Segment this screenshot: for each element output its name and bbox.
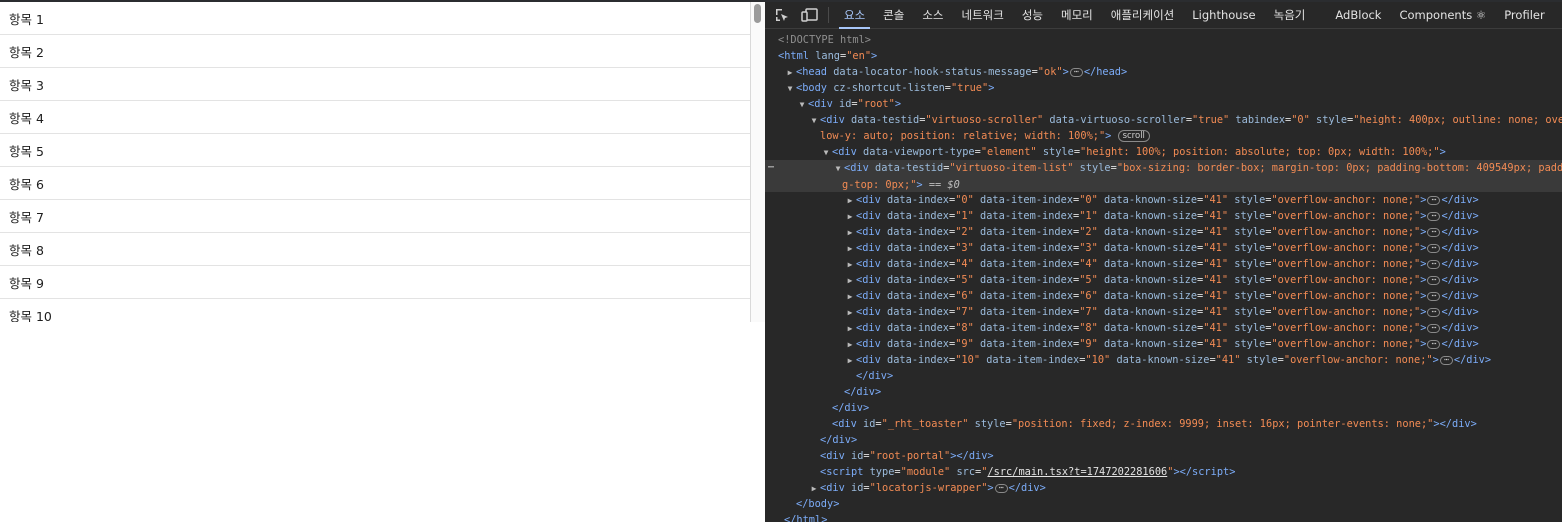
collapsed-arrow-icon[interactable]: ▶	[784, 65, 796, 80]
collapsed-ellipsis[interactable]: ⋯	[1069, 67, 1083, 77]
devtools-tab[interactable]: 네트워크	[953, 2, 1013, 29]
virtuoso-item-list: 항목 1 항목 2 항목 3 항목 4 항목 5 항목 6 항목 7 항목 8 항목 9 항목 1…	[0, 2, 751, 322]
list-item: 항목 10	[0, 299, 750, 323]
devtools-tab[interactable]: Components ⚛	[1390, 2, 1495, 29]
collapsed-arrow-icon[interactable]: ▶	[844, 209, 856, 224]
devtools-toolbar: 요소 콘솔 소스 네트워크 성능 메모리 애플리케이션 Lighthouse 녹음기 AdBloc…	[765, 2, 1562, 29]
vertical-scrollbar[interactable]	[751, 2, 765, 322]
dom-node-row[interactable]: ▼ <body cz-shortcut-listen="true">	[765, 80, 1562, 96]
dom-node-row[interactable]: low-y: auto; position: relative; width: …	[765, 128, 1562, 144]
collapsed-arrow-icon[interactable]: ▶	[844, 225, 856, 240]
collapsed-ellipsis[interactable]: ⋯	[1427, 291, 1441, 301]
devtools-tab[interactable]: 성능	[1013, 2, 1052, 29]
dom-node-row[interactable]: ▶ <div data-index="10" data-item-index="1…	[765, 352, 1562, 368]
list-item: 항목 1	[0, 2, 750, 35]
expanded-arrow-icon[interactable]: ▼	[808, 113, 820, 128]
dom-node-row[interactable]: </html>	[765, 512, 1562, 522]
list-item: 항목 4	[0, 101, 750, 134]
collapsed-ellipsis[interactable]: ⋯	[1427, 211, 1441, 221]
list-item: 항목 9	[0, 266, 750, 299]
scrollbar-thumb[interactable]	[754, 4, 761, 23]
expanded-arrow-icon[interactable]: ▼	[820, 145, 832, 160]
dom-node-row[interactable]: </div>	[765, 384, 1562, 400]
dom-node-row[interactable]: <div id="root-portal"></div>	[765, 448, 1562, 464]
dom-node-row[interactable]: ▼ <div id="root">	[765, 96, 1562, 112]
node-actions-gutter[interactable]: ⋯	[768, 160, 774, 176]
dom-node-row[interactable]: ▶ <div data-index="3" data-item-index="3"…	[765, 240, 1562, 256]
devtools-tab[interactable]: 애플리케이션	[1102, 2, 1183, 29]
collapsed-arrow-icon[interactable]: ▶	[844, 337, 856, 352]
devtools-tab[interactable]: 소스	[913, 2, 952, 29]
devtools-tab[interactable]: Profiler	[1495, 2, 1554, 29]
expanded-arrow-icon[interactable]: ▼	[784, 81, 796, 96]
toolbar-separator	[828, 7, 829, 23]
expanded-arrow-icon[interactable]: ▼	[832, 161, 844, 177]
dom-node-row[interactable]: ▶ <head data-locator-hook-status-message=…	[765, 64, 1562, 80]
dom-node-row[interactable]: <script type="module" src="/src/main.tsx…	[765, 464, 1562, 480]
collapsed-arrow-icon[interactable]: ▶	[844, 305, 856, 320]
dom-node-row[interactable]: <!DOCTYPE html>	[765, 32, 1562, 48]
collapsed-ellipsis[interactable]: ⋯	[1439, 355, 1453, 365]
dom-node-row[interactable]: ▶ <div data-index="8" data-item-index="8"…	[765, 320, 1562, 336]
dom-node-row[interactable]: ▶ <div data-index="7" data-item-index="7"…	[765, 304, 1562, 320]
device-toolbar-icon[interactable]	[799, 4, 821, 26]
dom-node-row[interactable]: </div>	[765, 368, 1562, 384]
script-src-link[interactable]: /src/main.tsx?t=1747202281606	[987, 466, 1167, 478]
dom-node-row[interactable]: ▶ <div data-index="0" data-item-index="0"…	[765, 192, 1562, 208]
list-item: 항목 6	[0, 167, 750, 200]
scroll-badge[interactable]: scroll	[1117, 130, 1150, 142]
devtools-tab[interactable]: 메모리	[1052, 2, 1102, 29]
collapsed-ellipsis[interactable]: ⋯	[1427, 307, 1441, 317]
expanded-arrow-icon[interactable]: ▼	[796, 97, 808, 112]
dom-node-row[interactable]: </div>	[765, 400, 1562, 416]
collapsed-ellipsis[interactable]: ⋯	[1427, 323, 1441, 333]
dom-node-row[interactable]: ▼ <div data-viewport-type="element" style…	[765, 144, 1562, 160]
collapsed-ellipsis[interactable]: ⋯	[1427, 195, 1441, 205]
dom-node-row[interactable]: ▶ <div data-index="6" data-item-index="6"…	[765, 288, 1562, 304]
selected-node-row[interactable]: ▼ <div data-testid="virtuoso-item-list" s…	[765, 160, 1562, 192]
dom-node-row[interactable]: ▶ <div data-index="5" data-item-index="5"…	[765, 272, 1562, 288]
dom-node-row[interactable]: </div>	[765, 432, 1562, 448]
dom-node-row[interactable]: ▶ <div data-index="9" data-item-index="9"…	[765, 336, 1562, 352]
collapsed-arrow-icon[interactable]: ▶	[844, 193, 856, 208]
collapsed-arrow-icon[interactable]: ▶	[844, 289, 856, 304]
list-item: 항목 3	[0, 68, 750, 101]
devtools-tab[interactable]: Lighthouse	[1183, 2, 1264, 29]
devtools-tab[interactable]: AdBlock	[1326, 2, 1390, 29]
list-item: 항목 5	[0, 134, 750, 167]
devtools-tab[interactable]: 콘솔	[874, 2, 913, 29]
dom-node-row[interactable]: ▼ <div data-testid="virtuoso-scroller" da…	[765, 112, 1562, 128]
collapsed-ellipsis[interactable]: ⋯	[1427, 259, 1441, 269]
list-item: 항목 8	[0, 233, 750, 266]
collapsed-arrow-icon[interactable]: ▶	[844, 241, 856, 256]
elements-tree: <!DOCTYPE html> <html lang="en"> ▶ <head da…	[765, 32, 1562, 522]
dom-node-row[interactable]: <div id="_rht_toaster" style="position: …	[765, 416, 1562, 432]
rendered-page: 항목 1 항목 2 항목 3 항목 4 항목 5 항목 6 항목 7 항목 8 항목 9 항목 1…	[0, 2, 765, 522]
selected-node-marker: == $0	[928, 179, 960, 191]
collapsed-ellipsis[interactable]: ⋯	[1427, 339, 1441, 349]
collapsed-ellipsis[interactable]: ⋯	[1427, 243, 1441, 253]
collapsed-arrow-icon[interactable]: ▶	[808, 481, 820, 496]
dom-node-row[interactable]: ▶ <div id="locatorjs-wrapper"> ⋯ </div>	[765, 480, 1562, 496]
collapsed-arrow-icon[interactable]: ▶	[844, 321, 856, 336]
dom-node-row[interactable]: <html lang="en">	[765, 48, 1562, 64]
inspect-element-icon[interactable]	[771, 4, 793, 26]
devtools-tab[interactable]: 요소	[835, 2, 874, 29]
collapsed-ellipsis[interactable]: ⋯	[994, 483, 1008, 493]
list-item: 항목 2	[0, 35, 750, 68]
collapsed-arrow-icon[interactable]: ▶	[844, 257, 856, 272]
collapsed-ellipsis[interactable]: ⋯	[1427, 275, 1441, 285]
dom-node-row[interactable]: ▶ <div data-index="2" data-item-index="2"…	[765, 224, 1562, 240]
devtools-tab[interactable]: 녹음기	[1265, 2, 1315, 29]
virtuoso-scroller[interactable]: 항목 1 항목 2 항목 3 항목 4 항목 5 항목 6 항목 7 항목 8 항목 9 항목 1…	[0, 2, 765, 322]
dom-node-row[interactable]: ▶ <div data-index="1" data-item-index="1"…	[765, 208, 1562, 224]
dom-node-row[interactable]: ▶ <div data-index="4" data-item-index="4"…	[765, 256, 1562, 272]
dom-node-row[interactable]: </body>	[765, 496, 1562, 512]
list-item: 항목 7	[0, 200, 750, 233]
collapsed-arrow-icon[interactable]: ▶	[844, 353, 856, 368]
devtools-panel: 요소 콘솔 소스 네트워크 성능 메모리 애플리케이션 Lighthouse 녹음기 AdBloc…	[765, 2, 1562, 522]
collapsed-arrow-icon[interactable]: ▶	[844, 273, 856, 288]
collapsed-ellipsis[interactable]: ⋯	[1427, 227, 1441, 237]
